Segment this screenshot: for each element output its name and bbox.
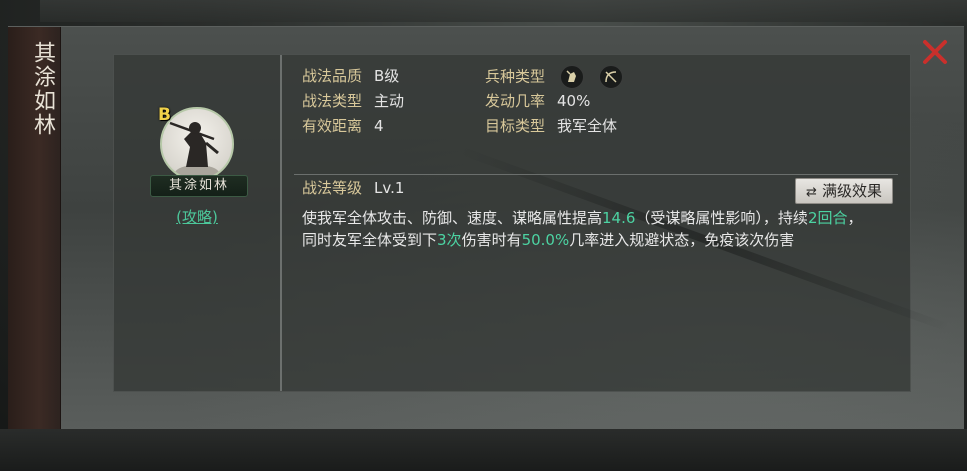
desc-part: ， <box>847 209 863 227</box>
desc-part: 伤害时有 <box>461 231 522 249</box>
close-icon <box>923 40 947 64</box>
type-row: 战法类型 主动 <box>302 90 404 112</box>
type-value: 主动 <box>374 92 405 110</box>
skill-card: B 其涂如林 (攻略) <box>114 55 282 391</box>
trigger-row: 发动几率 40% <box>485 90 590 112</box>
max-level-effect-button[interactable]: ⇄ 满级效果 <box>795 178 893 204</box>
level-row: 战法等级 Lv.1 <box>302 177 404 199</box>
game-screen: 其涂如林 B 其涂如林 (攻略) 战法品质 B级 战法类型 主动 有效距离 4 … <box>0 0 967 471</box>
desc-value: 2回合 <box>807 209 848 227</box>
background-top-bar <box>40 0 967 22</box>
archer-icon <box>598 65 623 89</box>
dialog-title: 其涂如林 <box>30 41 55 137</box>
close-button[interactable] <box>920 37 950 67</box>
skill-name-plate: 其涂如林 <box>150 175 248 197</box>
desc-part: 使我军全体攻击、防御、速度、谋略属性提高 <box>302 209 603 227</box>
skill-detail-dialog: 其涂如林 B 其涂如林 (攻略) 战法品质 B级 战法类型 主动 有效距离 4 … <box>8 26 964 432</box>
trigger-value: 40% <box>557 92 591 110</box>
desc-value: 50.0% <box>521 231 570 249</box>
quality-row: 战法品质 B级 <box>302 65 399 87</box>
target-label: 目标类型 <box>485 117 546 135</box>
level-value: Lv.1 <box>374 179 405 197</box>
warrior-portrait-icon <box>160 107 234 181</box>
skill-description: 使我军全体攻击、防御、速度、谋略属性提高14.6（受谋略属性影响），持续2回合，… <box>302 207 902 251</box>
quality-label: 战法品质 <box>302 67 363 85</box>
desc-value: 3次 <box>437 231 462 249</box>
range-label: 有效距离 <box>302 117 363 135</box>
max-level-effect-label: 满级效果 <box>821 182 882 200</box>
target-row: 目标类型 我军全体 <box>485 115 617 137</box>
skill-grade-badge: B <box>158 105 171 125</box>
desc-part: 几率进入规避状态，免疫该次伤害 <box>569 231 795 249</box>
skill-info: 战法品质 B级 战法类型 主动 有效距离 4 兵种类型 发动几率 40% 目标类… <box>282 55 910 391</box>
guide-link[interactable]: (攻略) <box>114 206 280 227</box>
unit-type-label: 兵种类型 <box>485 67 546 86</box>
cavalry-icon <box>559 65 584 89</box>
skill-panel: B 其涂如林 (攻略) 战法品质 B级 战法类型主动 有效距离 4 兵种类型 <box>113 54 950 392</box>
desc-part: 同时友军全体受到下 <box>302 231 438 249</box>
target-value: 我军全体 <box>557 117 618 135</box>
skill-portrait: B <box>158 105 234 181</box>
divider <box>294 174 898 175</box>
unit-type-row: 兵种类型 <box>485 65 623 89</box>
trigger-label: 发动几率 <box>485 92 546 110</box>
type-label: 战法类型 <box>302 92 363 110</box>
swap-arrows-icon: ⇄ <box>806 185 817 200</box>
title-tab: 其涂如林 <box>8 27 61 432</box>
background-bottom-bar <box>0 429 967 471</box>
range-value: 4 <box>374 117 384 135</box>
desc-part: （受谋略属性影响），持续 <box>635 209 808 227</box>
quality-value: B级 <box>374 67 400 85</box>
desc-value: 14.6 <box>602 209 636 227</box>
range-row: 有效距离 4 <box>302 115 384 137</box>
level-label: 战法等级 <box>302 179 363 197</box>
